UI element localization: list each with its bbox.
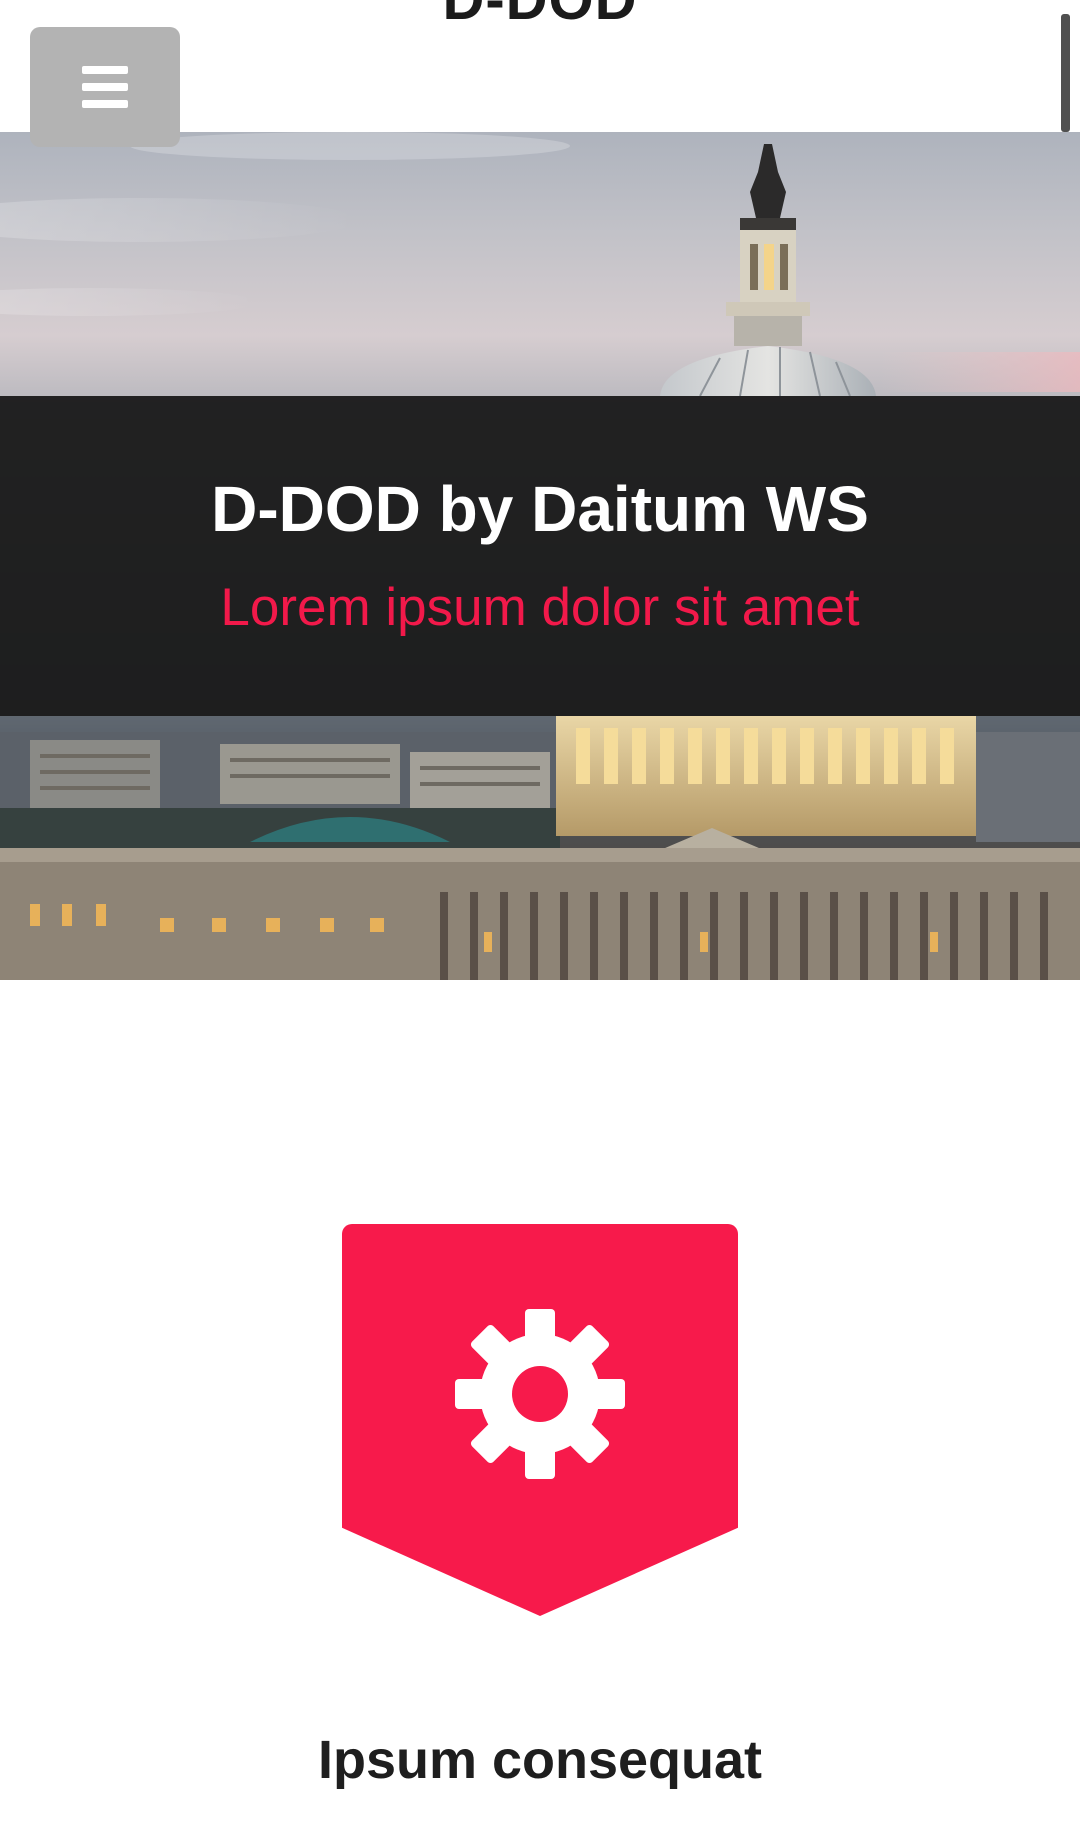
hamburger-menu-icon-bar [82, 83, 128, 91]
cloud-shape [0, 288, 260, 316]
side-building [976, 732, 1080, 842]
hero-banner: D-DOD by Daitum WS Lorem ipsum dolor sit… [0, 132, 1080, 980]
cloud-shape [130, 132, 570, 160]
lantern-window [764, 244, 774, 290]
facade-cornice [0, 848, 1080, 862]
menu-button[interactable] [30, 27, 180, 147]
capitol-facade [0, 848, 1080, 980]
statue-shape [750, 144, 786, 218]
sunset-glow [880, 352, 1080, 392]
cloud-shape [0, 198, 360, 242]
tholos-drum [734, 316, 802, 346]
gear-icon [455, 1309, 625, 1479]
feature-heading: Ipsum consequat [317, 1730, 763, 1790]
facade-columns [440, 892, 1048, 980]
hamburger-menu-icon [82, 66, 128, 74]
dome-shape [660, 346, 876, 396]
lantern-column [780, 244, 788, 290]
hero-title: D-DOD by Daitum WS [211, 473, 869, 545]
scrollbar-thumb[interactable] [1061, 14, 1070, 132]
lantern-ring [726, 302, 810, 316]
lantern-base [740, 218, 796, 230]
office-building [410, 752, 550, 808]
hero-caption-band [0, 396, 1080, 716]
hamburger-menu-icon-bar [82, 100, 128, 108]
hero-subtitle: Lorem ipsum dolor sit amet [220, 578, 860, 637]
office-building [30, 740, 160, 810]
lantern-column [750, 244, 758, 290]
feature-badge [342, 1224, 738, 1616]
